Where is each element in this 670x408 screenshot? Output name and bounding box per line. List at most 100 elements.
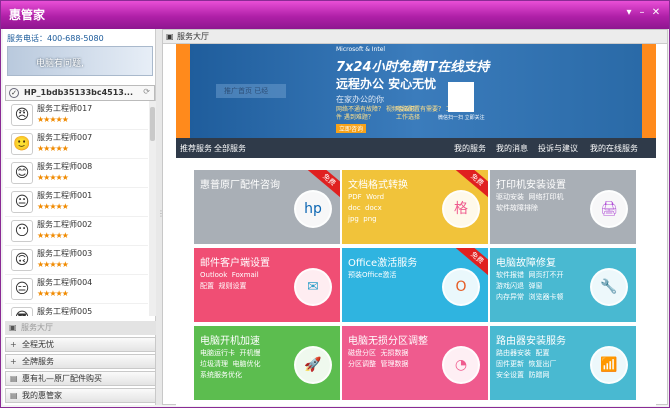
link-my-services[interactable]: 我的服务	[454, 143, 486, 154]
link-feedback[interactable]: 投诉与建议	[538, 143, 578, 154]
engineer-item[interactable]: 😎 服务工程师005	[5, 304, 148, 316]
banner-text: 电脑有问题,	[36, 59, 84, 69]
service-card-title: 电脑无损分区调整	[348, 336, 428, 347]
promo-banner[interactable]: 推广首页 已经 Microsoft & Intel 7x24小时免费IT在线支持…	[176, 44, 656, 138]
service-card[interactable]: 路由器安装服务 路由器安装 配置 固件更新 恢复出厂 安全设置 防蹭网 📶	[490, 326, 636, 400]
service-card[interactable]: Office激活服务 预装Office激活 O 免费	[342, 248, 488, 322]
qr-caption: 微信扫一扫 立即关注	[438, 115, 485, 121]
plus-icon: +	[10, 357, 17, 366]
service-card-desc: Outlook Foxmail 配置 规则设置	[200, 271, 259, 290]
service-card-title: 邮件客户端设置	[200, 258, 270, 269]
engineer-name: 服务工程师003	[37, 249, 93, 258]
service-icon: O	[442, 268, 480, 306]
banner-subheadline: 远程办公 安心无忧	[336, 77, 437, 91]
engineer-item[interactable]: 😶 服务工程师002 ★★★★★	[5, 217, 148, 246]
menu-item-label: 我的惠管家	[22, 391, 62, 400]
menu-item-label: 全牌服务	[22, 357, 54, 366]
machine-name: HP_1bdb35133bc4513...	[24, 88, 133, 97]
engineer-item[interactable]: 😐 服务工程师001 ★★★★★	[5, 188, 148, 217]
refresh-icon[interactable]: ⟳	[143, 87, 150, 96]
engineer-item[interactable]: 🙃 服务工程师003 ★★★★★	[5, 246, 148, 275]
engineer-avatar: 🙂	[11, 133, 33, 155]
engineer-name: 服务工程师005	[37, 307, 93, 316]
link-my-online-services[interactable]: 我的在线服务	[590, 143, 638, 154]
engineer-list: 😠 服务工程师017 ★★★★★ 🙂 服务工程师007 ★★★★★ 😊 服务工程师0…	[5, 101, 148, 316]
service-card[interactable]: 惠普原厂配件咨询 hp 免费	[194, 170, 340, 244]
hall-icon: ▣	[166, 32, 174, 41]
link-my-messages[interactable]: 我的消息	[496, 143, 528, 154]
service-phone: 服务电话：400-688-5080	[7, 33, 104, 44]
engineer-item[interactable]: 😊 服务工程师008 ★★★★★	[5, 159, 148, 188]
sidebar: 服务电话：400-688-5080 电脑有问题, ✓ HP_1bdb35133b…	[3, 29, 156, 405]
service-card[interactable]: 文档格式转换 PDF Word doc docx jpg png 格 免费	[342, 170, 488, 244]
engineer-name: 服务工程师004	[37, 278, 93, 287]
machine-selector[interactable]: ✓ HP_1bdb35133bc4513... ⟳	[5, 85, 155, 101]
rating-stars: ★★★★★	[37, 173, 69, 182]
microsoft-intel-logo: Microsoft & Intel	[336, 46, 386, 53]
tab-recommended[interactable]: 推荐服务	[180, 143, 212, 154]
menu-item-parts-purchase[interactable]: ▤ 惠有礼—原厂配件购买	[5, 371, 156, 386]
engineer-avatar: 😊	[11, 162, 33, 184]
service-card-title: 电脑故障修复	[496, 258, 556, 269]
close-button[interactable]: ✕	[649, 7, 663, 18]
engineer-avatar: 😐	[11, 191, 33, 213]
menu-header-label: 服务大厅	[21, 323, 53, 332]
service-card-title: 惠普原厂配件咨询	[200, 180, 280, 191]
menu-item-label: 惠有礼—原厂配件购买	[22, 374, 102, 383]
engineer-name: 服务工程师008	[37, 162, 93, 171]
menu-item-worry-free[interactable]: + 全程无忧	[5, 337, 156, 352]
service-card-title: 电脑开机加速	[200, 336, 260, 347]
service-card-title: 打印机安装设置	[496, 180, 566, 191]
service-card[interactable]: 邮件客户端设置 Outlook Foxmail 配置 规则设置 ✉	[194, 248, 340, 322]
engineer-name: 服务工程师007	[37, 133, 93, 142]
consult-now-button[interactable]: 立即咨询	[336, 124, 367, 133]
service-nav: 推荐服务 全部服务 我的服务 我的消息 投诉与建议 我的在线服务	[176, 138, 656, 158]
engineer-avatar: 😑	[11, 278, 33, 300]
panel-title: ▣ 服务大厅	[163, 30, 667, 44]
menu-item-label: 全程无忧	[22, 340, 54, 349]
engineer-list-scrollbar[interactable]	[149, 101, 156, 316]
menu-item-full-brand[interactable]: + 全牌服务	[5, 354, 156, 369]
service-card[interactable]: 电脑开机加速 电脑运行卡 开机慢 垃圾清理 电脑优化 系统服务优化 🚀	[194, 326, 340, 400]
menu-header: ▣ 服务大厅	[5, 321, 156, 335]
service-card[interactable]: 电脑无损分区调整 磁盘分区 无损数据 分区调整 管理数据 ◔	[342, 326, 488, 400]
banner-search-hint: 推广首页 已经	[224, 87, 269, 95]
menu-item-my-account[interactable]: ▤ 我的惠管家	[5, 388, 156, 403]
app-logo: 惠管家	[9, 8, 46, 22]
service-icon: ◔	[442, 346, 480, 384]
rating-stars: ★★★★★	[37, 260, 69, 269]
engineer-avatar: 😶	[11, 220, 33, 242]
tab-all-services[interactable]: 全部服务	[214, 143, 246, 154]
minimize-button[interactable]: –	[635, 7, 649, 18]
service-card-desc: 软件报错 网页打不开 游戏闪退 弹窗 内存异常 浏览器卡顿	[496, 271, 564, 301]
engineer-item[interactable]: 🙂 服务工程师007 ★★★★★	[5, 130, 148, 159]
rating-stars: ★★★★★	[37, 115, 69, 124]
title-bar[interactable]: 惠管家 ▾ – ✕	[1, 1, 669, 29]
service-card-title: 文档格式转换	[348, 180, 408, 191]
banner-right-strip	[642, 44, 656, 138]
service-icon: ✉	[294, 268, 332, 306]
phone-number: 400-688-5080	[47, 34, 104, 43]
banner-tagline: 在家办公的你	[336, 95, 384, 104]
minimize-icon[interactable]: ▾	[622, 7, 636, 18]
service-card[interactable]: 打印机安装设置 驱动安装 网络打印机 软件故障排除 🖨	[490, 170, 636, 244]
engineer-avatar: 😎	[11, 307, 33, 316]
hall-icon: ▣	[9, 323, 17, 332]
hp-logo-icon: hp	[294, 190, 332, 228]
engineer-name: 服务工程师017	[37, 104, 93, 113]
user-icon: ▤	[10, 391, 18, 400]
banner-headline: 7x24小时免费IT在线支持	[336, 60, 490, 75]
rating-stars: ★★★★★	[37, 289, 69, 298]
sidebar-banner[interactable]: 电脑有问题,	[7, 46, 153, 76]
service-card-desc: 驱动安装 网络打印机 软件故障排除	[496, 193, 564, 212]
service-card[interactable]: 电脑故障修复 软件报错 网页打不开 游戏闪退 弹窗 内存异常 浏览器卡顿 🔧	[490, 248, 636, 322]
engineer-item[interactable]: 😠 服务工程师017 ★★★★★	[5, 101, 148, 130]
scrollbar-thumb[interactable]	[150, 107, 155, 141]
panel-title-label: 服务大厅	[177, 32, 209, 41]
engineer-item[interactable]: 😑 服务工程师004 ★★★★★	[5, 275, 148, 304]
gift-icon: ▤	[10, 374, 18, 383]
service-icon: 🖨	[590, 190, 628, 228]
plus-icon: +	[10, 340, 17, 349]
engineer-avatar: 🙃	[11, 249, 33, 271]
rating-stars: ★★★★★	[37, 144, 69, 153]
